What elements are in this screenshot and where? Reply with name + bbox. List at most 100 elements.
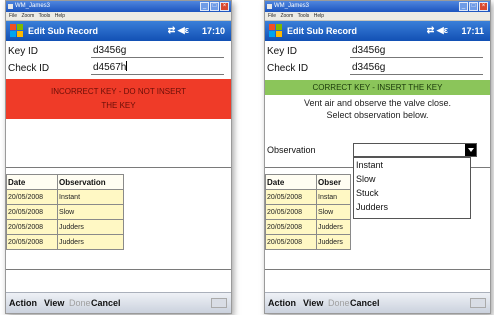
- check-id-field[interactable]: d3456g: [350, 61, 483, 75]
- check-id-field[interactable]: d4567h: [91, 61, 224, 75]
- cell-date: 20/05/2008: [265, 189, 317, 205]
- windows-start-icon[interactable]: [269, 24, 283, 38]
- banner-line-2: THE KEY: [101, 101, 136, 110]
- chevron-down-icon[interactable]: [465, 144, 476, 156]
- option-judders[interactable]: Judders: [354, 200, 470, 214]
- check-id-label: Check ID: [267, 63, 309, 74]
- menu-zoom[interactable]: Zoom: [21, 13, 34, 19]
- windows-start-icon[interactable]: [10, 24, 24, 38]
- cell-date: 20/05/2008: [6, 204, 58, 220]
- connectivity-volume-icons[interactable]: ⇄ ◀ε: [427, 25, 448, 36]
- window-icon: [267, 4, 272, 9]
- menu-tools[interactable]: Tools: [39, 13, 51, 19]
- instruction-text: Vent air and observe the valve close. Se…: [265, 97, 490, 121]
- minimize-icon[interactable]: _: [459, 2, 468, 11]
- text-cursor: [126, 61, 128, 71]
- app-header: Edit Sub Record ⇄ ◀ε 17:11: [265, 21, 490, 41]
- check-id-label: Check ID: [8, 63, 50, 74]
- menu-help[interactable]: Help: [314, 13, 324, 19]
- cancel-button[interactable]: Cancel: [91, 298, 121, 308]
- cell-date: 20/05/2008: [265, 219, 317, 235]
- table-header-row: Date Observation: [6, 174, 124, 190]
- menu-file[interactable]: File: [268, 13, 276, 19]
- cell-observation: Judders: [316, 234, 351, 250]
- emulator-title-bar: WM_James3 _ □ ×: [265, 1, 490, 12]
- emulator-menu-bar: File Zoom Tools Help: [6, 12, 231, 21]
- emulator-title-bar: WM_James3 _ □ ×: [6, 1, 231, 12]
- column-header-observation[interactable]: Observation: [57, 174, 124, 190]
- cancel-button[interactable]: Cancel: [350, 298, 380, 308]
- column-header-observation[interactable]: Obser: [316, 174, 351, 190]
- table-row[interactable]: 20/05/2008 Judders: [6, 219, 124, 235]
- cell-observation: Judders: [57, 234, 124, 250]
- table-row[interactable]: 20/05/2008 Judders: [6, 234, 124, 250]
- check-id-value: d3456g: [352, 62, 386, 73]
- action-menu-button[interactable]: Action: [9, 298, 37, 308]
- cell-observation: Instan: [316, 189, 351, 205]
- column-header-date[interactable]: Date: [6, 174, 58, 190]
- cell-date: 20/05/2008: [265, 204, 317, 220]
- banner-line-1: INCORRECT KEY - DO NOT INSERT: [51, 87, 186, 96]
- menu-tools[interactable]: Tools: [298, 13, 310, 19]
- cell-date: 20/05/2008: [6, 219, 58, 235]
- observation-dropdown[interactable]: [353, 143, 477, 157]
- softkey-bar: Action View Done Cancel: [265, 292, 490, 313]
- observation-table: Date Observation 20/05/2008 Instant 20/0…: [6, 174, 124, 250]
- maximize-icon[interactable]: □: [469, 2, 478, 11]
- keyboard-icon[interactable]: [211, 298, 227, 308]
- instruction-line-2: Select observation below.: [326, 110, 429, 120]
- key-id-row: Key ID d3456g: [265, 43, 490, 60]
- menu-help[interactable]: Help: [55, 13, 65, 19]
- table-row[interactable]: 20/05/2008 Slow: [6, 204, 124, 220]
- emulator-title: WM_James3: [15, 3, 51, 9]
- observation-options-list: Instant Slow Stuck Judders: [353, 157, 471, 219]
- column-header-date[interactable]: Date: [265, 174, 317, 190]
- cell-date: 20/05/2008: [265, 234, 317, 250]
- done-button: Done: [328, 298, 350, 308]
- menu-file[interactable]: File: [9, 13, 17, 19]
- option-slow[interactable]: Slow: [354, 172, 470, 186]
- option-instant[interactable]: Instant: [354, 158, 470, 172]
- cell-observation: Judders: [316, 219, 351, 235]
- cell-observation: Slow: [316, 204, 351, 220]
- close-icon[interactable]: ×: [220, 2, 229, 11]
- clock: 17:11: [461, 26, 484, 36]
- key-id-value: d3456g: [352, 45, 386, 56]
- maximize-icon[interactable]: □: [210, 2, 219, 11]
- connectivity-volume-icons[interactable]: ⇄ ◀ε: [168, 25, 189, 36]
- observation-label: Observation: [267, 145, 316, 155]
- key-id-row: Key ID d3456g: [6, 43, 231, 60]
- view-menu-button[interactable]: View: [44, 298, 64, 308]
- option-stuck[interactable]: Stuck: [354, 186, 470, 200]
- view-menu-button[interactable]: View: [303, 298, 323, 308]
- instruction-line-1: Vent air and observe the valve close.: [303, 98, 452, 108]
- app-title: Edit Sub Record: [287, 26, 358, 36]
- key-id-value: d3456g: [93, 45, 127, 56]
- key-id-field[interactable]: d3456g: [350, 44, 483, 58]
- keyboard-icon[interactable]: [470, 298, 486, 308]
- incorrect-key-banner: INCORRECT KEY - DO NOT INSERT THE KEY: [6, 79, 231, 119]
- minimize-icon[interactable]: _: [200, 2, 209, 11]
- cell-observation: Instant: [57, 189, 124, 205]
- table-row[interactable]: 20/05/2008 Instant: [6, 189, 124, 205]
- table-header-row: Date Obser: [265, 174, 351, 190]
- app-title: Edit Sub Record: [28, 26, 99, 36]
- clock: 17:10: [201, 26, 225, 36]
- menu-zoom[interactable]: Zoom: [280, 13, 293, 19]
- table-row[interactable]: 20/05/2008 Instan: [265, 189, 351, 205]
- cell-date: 20/05/2008: [6, 189, 58, 205]
- correct-key-banner: CORRECT KEY - INSERT THE KEY: [265, 80, 490, 95]
- key-id-field[interactable]: d3456g: [91, 44, 224, 58]
- emulator-menu-bar: File Zoom Tools Help: [265, 12, 490, 21]
- cell-observation: Judders: [57, 219, 124, 235]
- table-row[interactable]: 20/05/2008 Slow: [265, 204, 351, 220]
- action-menu-button[interactable]: Action: [268, 298, 296, 308]
- check-id-row: Check ID d4567h: [6, 60, 231, 77]
- check-id-value: d4567h: [93, 62, 127, 73]
- close-icon[interactable]: ×: [479, 2, 488, 11]
- check-id-row: Check ID d3456g: [265, 60, 490, 77]
- table-row[interactable]: 20/05/2008 Judders: [265, 219, 351, 235]
- observation-grid: Date Observation 20/05/2008 Instant 20/0…: [6, 167, 231, 270]
- device-screen-left: WM_James3 _ □ × File Zoom Tools Help Edi…: [5, 0, 232, 314]
- table-row[interactable]: 20/05/2008 Judders: [265, 234, 351, 250]
